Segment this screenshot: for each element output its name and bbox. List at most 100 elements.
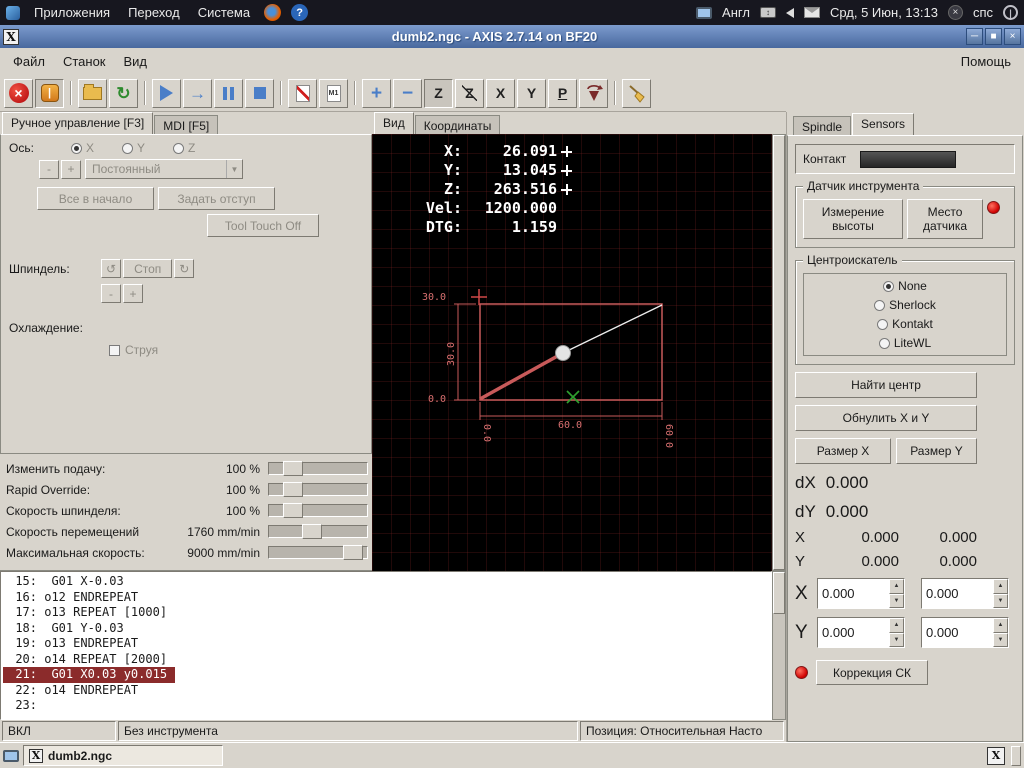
clear-plot-button[interactable] xyxy=(622,78,651,108)
finder-option-litewl[interactable]: LiteWL xyxy=(878,336,931,350)
spindle-override-slider[interactable] xyxy=(268,503,368,518)
applications-menu[interactable]: Приложения xyxy=(30,5,114,20)
correction-button[interactable]: Коррекция СК xyxy=(816,660,928,685)
gcode-line[interactable]: 18: G01 Y-0.03 xyxy=(3,621,771,637)
stop-button[interactable] xyxy=(245,78,274,108)
backplot-canvas[interactable]: 30.0 30.0 0.0 60.0 0.0 60.0 X: 26.091 Y:… xyxy=(372,134,772,571)
spin-up-icon[interactable]: ▲ xyxy=(993,618,1008,633)
gcode-line[interactable]: 19: o13 ENDREPEAT xyxy=(3,636,771,652)
radio-sherlock[interactable] xyxy=(874,299,886,311)
gcode-line-active[interactable]: 21: G01 X0.03 y0.015 xyxy=(3,667,176,683)
tab-manual-control[interactable]: Ручное управление [F3] xyxy=(2,112,154,134)
firefox-icon[interactable] xyxy=(264,4,282,21)
preview-scrollbar[interactable] xyxy=(772,134,786,571)
display-settings-icon[interactable] xyxy=(696,6,713,19)
zoom-in-button[interactable]: + xyxy=(362,78,391,108)
slider-handle[interactable] xyxy=(282,503,303,518)
max-velocity-slider[interactable] xyxy=(268,545,368,560)
view-top-button[interactable]: Z xyxy=(424,78,453,108)
system-menu[interactable]: Система xyxy=(194,5,254,20)
optional-stop-button[interactable]: M1 xyxy=(319,78,348,108)
x-offset-spinbox-2[interactable]: 0.000 ▲ ▼ xyxy=(921,578,1009,609)
machine-power-button[interactable]: | xyxy=(35,78,64,108)
open-file-button[interactable] xyxy=(78,78,107,108)
measure-height-button[interactable]: Измерение высоты xyxy=(803,199,903,239)
spin-up-icon[interactable]: ▲ xyxy=(889,618,904,633)
distro-logo-icon[interactable] xyxy=(6,5,20,20)
zoom-out-button[interactable]: − xyxy=(393,78,422,108)
reload-button[interactable]: ↻ xyxy=(109,78,138,108)
spin-down-icon[interactable]: ▼ xyxy=(889,632,904,647)
menu-help[interactable]: Помощь xyxy=(952,50,1020,73)
block-delete-button[interactable] xyxy=(288,78,317,108)
radio-litewl[interactable] xyxy=(878,337,890,349)
gcode-line[interactable]: 22: o14 ENDREPEAT xyxy=(3,683,771,699)
close-button[interactable]: × xyxy=(1004,28,1021,45)
rapid-override-slider[interactable] xyxy=(268,482,368,497)
clock[interactable]: Срд, 5 Июн, 13:13 xyxy=(830,5,938,20)
step-button[interactable]: → xyxy=(183,78,212,108)
slider-handle[interactable] xyxy=(282,461,303,476)
finder-option-kontakt[interactable]: Kontakt xyxy=(877,317,933,331)
spindle-ccw-button[interactable]: ↺ xyxy=(101,259,122,278)
spin-down-icon[interactable]: ▼ xyxy=(889,593,904,608)
show-desktop-button[interactable] xyxy=(1011,745,1021,766)
gcode-listing[interactable]: 15: G01 X-0.03 16: o12 ENDREPEAT 17: o13… xyxy=(0,571,772,720)
feed-override-slider[interactable] xyxy=(268,461,368,476)
keyboard-layout-icon[interactable]: ↕ xyxy=(759,7,776,18)
sensor-place-button[interactable]: Место датчика xyxy=(907,199,983,239)
touch-off-button[interactable]: Задать отступ xyxy=(158,187,275,210)
finder-option-none[interactable]: None xyxy=(883,279,927,293)
gcode-line[interactable]: 23: xyxy=(3,698,771,714)
pause-button[interactable] xyxy=(214,78,243,108)
minimize-button[interactable]: ─ xyxy=(966,28,983,45)
finder-option-sherlock[interactable]: Sherlock xyxy=(874,298,936,312)
help-icon[interactable]: ? xyxy=(291,4,309,21)
jog-increment-combo[interactable]: Постоянный ▼ xyxy=(85,159,243,179)
estop-button[interactable]: × xyxy=(4,78,33,108)
find-center-button[interactable]: Найти центр xyxy=(795,372,977,398)
menu-view[interactable]: Вид xyxy=(115,50,157,73)
scrollbar-thumb[interactable] xyxy=(773,572,785,614)
view-rotated-top-button[interactable]: Z xyxy=(455,78,484,108)
workspace-icon[interactable] xyxy=(3,749,19,762)
tab-spindle[interactable]: Spindle xyxy=(793,116,852,135)
menu-file[interactable]: Файл xyxy=(4,50,54,73)
tab-dro[interactable]: Координаты xyxy=(414,115,501,134)
tool-touch-off-button[interactable]: Tool Touch Off xyxy=(207,214,319,237)
view-front-button[interactable]: Y xyxy=(517,78,546,108)
slider-handle[interactable] xyxy=(302,524,323,539)
radio-kontakt[interactable] xyxy=(877,318,889,330)
gcode-line[interactable]: 16: o12 ENDREPEAT xyxy=(3,590,771,606)
x-offset-spinbox-1[interactable]: 0.000 ▲ ▼ xyxy=(817,578,905,609)
gcode-line[interactable]: 20: o14 REPEAT [2000] xyxy=(3,652,771,668)
keyboard-language-indicator[interactable]: Англ xyxy=(722,5,750,20)
size-x-button[interactable]: Размер X xyxy=(795,438,891,464)
jog-speed-slider[interactable] xyxy=(268,524,368,539)
slider-handle[interactable] xyxy=(343,545,364,560)
spindle-cw-button[interactable]: ↻ xyxy=(174,259,195,278)
places-menu[interactable]: Переход xyxy=(124,5,184,20)
scrollbar-thumb[interactable] xyxy=(773,135,785,570)
mail-icon[interactable] xyxy=(803,7,820,18)
volume-icon[interactable] xyxy=(785,7,794,18)
tray-close-icon[interactable]: × xyxy=(947,5,963,20)
maximize-button[interactable]: ■ xyxy=(985,28,1002,45)
tray-axis-icon[interactable]: X xyxy=(987,746,1005,765)
home-all-button[interactable]: Все в начало xyxy=(37,187,154,210)
rotate-view-button[interactable] xyxy=(579,78,608,108)
window-titlebar[interactable]: X dumb2.ngc - AXIS 2.7.14 on BF20 ─ ■ × xyxy=(0,25,1024,48)
size-y-button[interactable]: Размер Y xyxy=(896,438,977,464)
spindle-stop-button[interactable]: Стоп xyxy=(123,259,173,278)
gcode-line[interactable]: 15: G01 X-0.03 xyxy=(3,574,771,590)
axis-z-radio[interactable] xyxy=(173,142,185,154)
gcode-scrollbar[interactable] xyxy=(772,571,786,720)
slider-handle[interactable] xyxy=(282,482,303,497)
spin-up-icon[interactable]: ▲ xyxy=(993,579,1008,594)
task-button-axis[interactable]: X dumb2.ngc xyxy=(23,745,223,766)
spindle-faster-button[interactable]: + xyxy=(123,284,143,303)
jog-plus-button[interactable]: + xyxy=(61,159,81,179)
spin-down-icon[interactable]: ▼ xyxy=(993,593,1008,608)
radio-none[interactable] xyxy=(883,280,895,292)
spin-up-icon[interactable]: ▲ xyxy=(889,579,904,594)
